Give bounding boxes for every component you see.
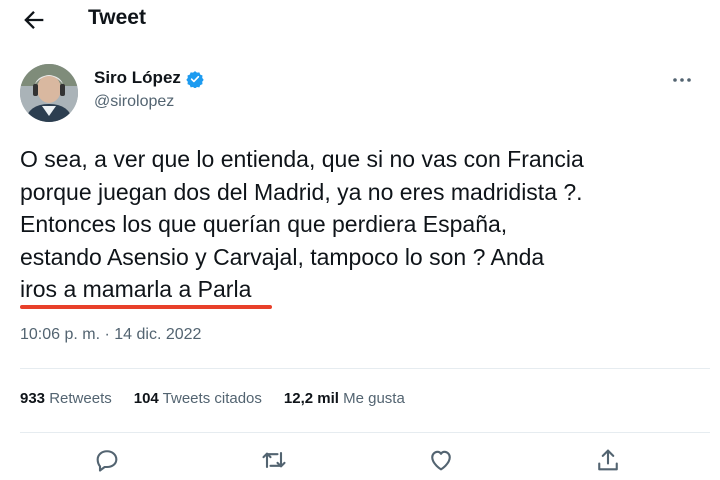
highlight-underline — [20, 305, 272, 309]
tweet-text: O sea, a ver que lo entienda, que si no … — [20, 143, 700, 306]
tweet-line: iros a mamarla a Parla — [20, 276, 252, 302]
author-name[interactable]: Siro López — [94, 68, 181, 88]
like-icon[interactable] — [427, 446, 455, 474]
quotes-stat[interactable]: 104 Tweets citados — [134, 390, 262, 407]
author-handle[interactable]: @sirolopez — [94, 93, 174, 111]
retweets-count: 933 — [20, 390, 46, 407]
divider — [20, 432, 710, 433]
tweet-line: porque juegan dos del Madrid, ya no eres… — [20, 178, 583, 205]
engagement-stats: 933 Retweets 104 Tweets citados 12,2 mil… — [20, 390, 405, 407]
retweet-icon[interactable] — [260, 446, 288, 474]
tweet-line: Entonces los que querían que perdiera Es… — [20, 211, 508, 237]
more-options-icon[interactable] — [670, 72, 694, 88]
back-arrow-icon[interactable] — [20, 6, 48, 34]
likes-stat[interactable]: 12,2 mil Me gusta — [284, 390, 405, 407]
header-bar: Tweet — [0, 0, 720, 40]
verified-badge-icon — [186, 70, 204, 89]
share-icon[interactable] — [594, 446, 622, 474]
reply-icon[interactable] — [93, 446, 121, 474]
likes-label: Me gusta — [343, 390, 405, 407]
page-title: Tweet — [88, 6, 146, 29]
retweets-label: Retweets — [49, 390, 112, 407]
quotes-count: 104 — [133, 390, 159, 407]
avatar[interactable] — [20, 64, 78, 122]
author-row: Siro López @sirolopez — [0, 60, 720, 124]
divider — [20, 368, 710, 369]
likes-count: 12,2 mil — [283, 390, 339, 407]
action-bar — [0, 440, 720, 480]
tweet-line: estando Asensio y Carvajal, tampoco lo s… — [20, 243, 545, 270]
quotes-label: Tweets citados — [162, 390, 262, 407]
retweets-stat[interactable]: 933 Retweets — [20, 390, 112, 407]
tweet-timestamp[interactable]: 10:06 p. m. · 14 dic. 2022 — [20, 326, 201, 344]
tweet-line: O sea, a ver que lo entienda, que si no … — [20, 146, 584, 172]
